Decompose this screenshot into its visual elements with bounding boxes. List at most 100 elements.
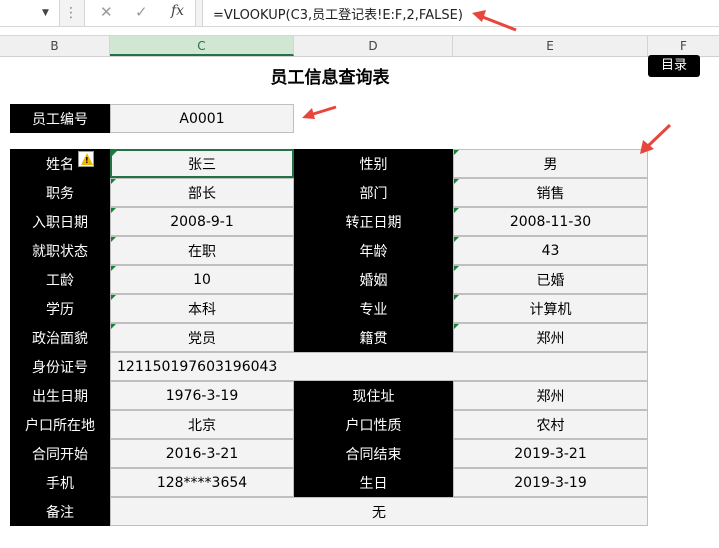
field-label-text: 学历 bbox=[46, 301, 74, 318]
field-value-text: 在职 bbox=[188, 243, 216, 260]
formula-text: =VLOOKUP(C3,员工登记表!E:F,2,FALSE) bbox=[213, 8, 463, 23]
field-value-text: 本科 bbox=[188, 301, 216, 318]
field-label: 部门 bbox=[294, 178, 453, 207]
column-header-e[interactable]: E bbox=[453, 36, 648, 56]
field-label: 籍贯 bbox=[294, 323, 453, 352]
name-box[interactable]: ▼ bbox=[0, 0, 60, 26]
field-value[interactable]: 2016-3-21 bbox=[110, 439, 294, 468]
comment-indicator bbox=[454, 266, 459, 271]
field-label-text: 生日 bbox=[359, 475, 388, 492]
field-label-text: 身份证号 bbox=[32, 359, 88, 376]
field-label-text: 职务 bbox=[46, 185, 74, 202]
field-label: 政治面貌 bbox=[10, 323, 110, 352]
field-value[interactable]: 2019-3-21 bbox=[453, 439, 648, 468]
field-value[interactable]: 10 bbox=[110, 265, 294, 294]
comment-indicator bbox=[454, 150, 459, 155]
field-value-text: 农村 bbox=[536, 417, 565, 434]
formula-input[interactable]: =VLOOKUP(C3,员工登记表!E:F,2,FALSE) bbox=[202, 0, 719, 26]
field-value[interactable]: 121150197603196043 bbox=[110, 352, 648, 381]
field-label-text: 合同开始 bbox=[32, 446, 88, 463]
field-label-text: 备注 bbox=[46, 504, 74, 521]
field-label-text: 姓名 bbox=[46, 156, 74, 173]
field-value[interactable]: 在职 bbox=[110, 236, 294, 265]
field-label-text: 入职日期 bbox=[32, 214, 88, 231]
field-value-text: 10 bbox=[193, 271, 211, 288]
comment-indicator bbox=[454, 237, 459, 242]
field-value[interactable]: 已婚 bbox=[453, 265, 648, 294]
directory-button[interactable]: 目录 bbox=[648, 55, 700, 77]
field-value[interactable]: 党员 bbox=[110, 323, 294, 352]
field-value[interactable]: 本科 bbox=[110, 294, 294, 323]
field-value[interactable]: 郑州 bbox=[453, 381, 648, 410]
field-label: 就职状态 bbox=[10, 236, 110, 265]
field-value-text: 部长 bbox=[188, 185, 216, 202]
field-label: 性别 bbox=[294, 149, 453, 178]
comment-indicator bbox=[111, 266, 116, 271]
field-label-text: 合同结束 bbox=[345, 446, 402, 463]
comment-indicator bbox=[454, 324, 459, 329]
warning-icon[interactable]: ! bbox=[78, 151, 94, 167]
field-label-text: 年龄 bbox=[359, 243, 388, 260]
field-label-text: 工龄 bbox=[46, 272, 74, 289]
employee-info-table: 姓名 张三 性别 男职务 部长 部门 销售入职日期 2008-9-1 转正日期 2008-11-3… bbox=[10, 149, 648, 526]
column-headers: B C D E F bbox=[0, 35, 719, 57]
field-value[interactable]: 无 bbox=[110, 497, 648, 526]
field-value[interactable]: 郑州 bbox=[453, 323, 648, 352]
lookup-label: 员工编号 bbox=[10, 104, 110, 133]
field-value[interactable]: 43 bbox=[453, 236, 648, 265]
comment-indicator bbox=[112, 151, 117, 156]
selected-cell[interactable]: 张三 bbox=[110, 149, 294, 178]
field-value[interactable]: 128****3654 bbox=[110, 468, 294, 497]
field-label: 职务 bbox=[10, 178, 110, 207]
more-icon[interactable]: ⋮ bbox=[60, 0, 82, 26]
field-value-text: 128****3654 bbox=[156, 474, 248, 491]
field-label: 现住址 bbox=[294, 381, 453, 410]
column-header-f[interactable]: F bbox=[648, 36, 719, 56]
field-label-text: 手机 bbox=[46, 475, 74, 492]
field-label-text: 就职状态 bbox=[32, 243, 88, 260]
field-label-text: 转正日期 bbox=[345, 214, 402, 231]
confirm-icon[interactable]: ✓ bbox=[135, 3, 148, 21]
field-value-text: 2019-3-21 bbox=[514, 445, 587, 462]
field-value-text: 已婚 bbox=[536, 272, 565, 289]
column-header-c[interactable]: C bbox=[110, 36, 294, 56]
field-label: 转正日期 bbox=[294, 207, 453, 236]
field-value[interactable]: 农村 bbox=[453, 410, 648, 439]
field-value-text: 郑州 bbox=[536, 330, 565, 347]
field-label-text: 出生日期 bbox=[32, 388, 88, 405]
field-label: 备注 bbox=[10, 497, 110, 526]
field-value-text: 张三 bbox=[188, 156, 216, 173]
field-value[interactable]: 销售 bbox=[453, 178, 648, 207]
lookup-value-cell[interactable]: A0001 bbox=[110, 104, 294, 133]
field-value[interactable]: 男 bbox=[453, 149, 648, 178]
field-label: 专业 bbox=[294, 294, 453, 323]
field-value[interactable]: 1976-3-19 bbox=[110, 381, 294, 410]
field-value[interactable]: 部长 bbox=[110, 178, 294, 207]
comment-indicator bbox=[454, 179, 459, 184]
field-value[interactable]: 2008-9-1 bbox=[110, 207, 294, 236]
cancel-icon[interactable]: ✕ bbox=[100, 3, 113, 21]
field-value-text: 1976-3-19 bbox=[165, 387, 239, 404]
field-label: 出生日期 bbox=[10, 381, 110, 410]
field-label: 户口性质 bbox=[294, 410, 453, 439]
field-value-text: 销售 bbox=[536, 185, 565, 202]
field-value[interactable]: 2019-3-19 bbox=[453, 468, 648, 497]
arrow-table-icon bbox=[640, 123, 672, 154]
field-value-text: 无 bbox=[372, 504, 386, 521]
field-label-text: 户口性质 bbox=[345, 417, 402, 434]
field-label-text: 政治面貌 bbox=[32, 330, 88, 347]
column-header-b[interactable]: B bbox=[0, 36, 110, 56]
chevron-down-icon[interactable]: ▼ bbox=[42, 8, 49, 18]
comment-indicator bbox=[454, 295, 459, 300]
field-value[interactable]: 2008-11-30 bbox=[453, 207, 648, 236]
comment-indicator bbox=[111, 324, 116, 329]
field-label-text: 婚姻 bbox=[359, 272, 388, 289]
field-label-text: 户口所在地 bbox=[25, 417, 95, 434]
insert-function-icon[interactable]: fx bbox=[171, 3, 184, 19]
field-label: 户口所在地 bbox=[10, 410, 110, 439]
formula-buttons: ✕ ✓ fx bbox=[84, 0, 196, 26]
column-header-d[interactable]: D bbox=[294, 36, 453, 56]
field-label-text: 专业 bbox=[359, 301, 388, 318]
field-value[interactable]: 北京 bbox=[110, 410, 294, 439]
field-value[interactable]: 计算机 bbox=[453, 294, 648, 323]
